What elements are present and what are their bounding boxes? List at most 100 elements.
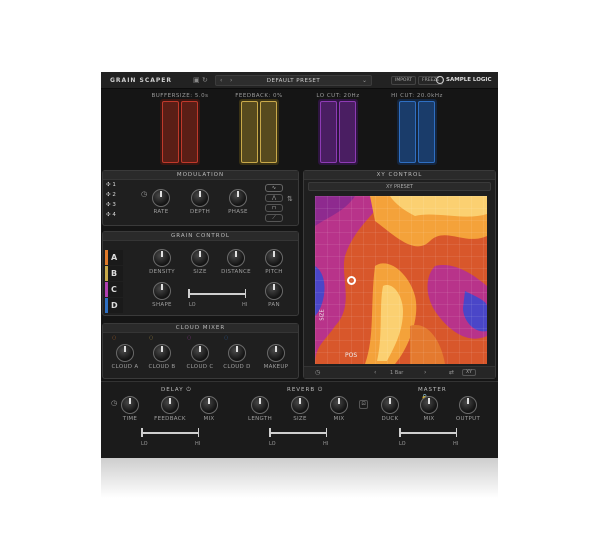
xy-prev-icon[interactable]: ‹ bbox=[374, 369, 376, 376]
delay-time-knob[interactable] bbox=[121, 396, 139, 414]
cloud-mixer-title: CLOUD MIXER bbox=[103, 324, 298, 333]
density-knob[interactable] bbox=[153, 249, 171, 267]
reverb-range-slider[interactable] bbox=[269, 429, 327, 436]
distance-knob[interactable] bbox=[227, 249, 245, 267]
delay-mix-label: MIX bbox=[203, 416, 215, 422]
mod-slot-2[interactable]: ✣ 2 bbox=[106, 192, 116, 198]
delay-hi: HI bbox=[195, 441, 201, 447]
shape-label: SHAPE bbox=[152, 302, 172, 308]
mod-slot-3[interactable]: ✣ 3 bbox=[106, 202, 116, 208]
cloud-b-label: CLOUD B bbox=[148, 364, 176, 370]
cloud-d-link-icon[interactable]: ◌ bbox=[224, 335, 228, 341]
delay-feedback-label: FEEDBACK bbox=[154, 416, 186, 422]
preset-selector[interactable]: ‹ › DEFAULT PRESET ⌄ bbox=[215, 75, 372, 86]
cloud-b-knob[interactable] bbox=[153, 344, 171, 362]
x-axis-label: POS bbox=[345, 352, 358, 359]
sample-logic-icon bbox=[436, 76, 444, 84]
locut-visualizer[interactable] bbox=[318, 99, 358, 165]
feedback-visualizer[interactable] bbox=[239, 99, 279, 165]
makeup-knob[interactable] bbox=[267, 344, 285, 362]
import-button[interactable]: IMPORT bbox=[391, 76, 417, 85]
master-range-slider[interactable] bbox=[399, 429, 457, 436]
cloud-a-link-icon[interactable]: ◌ bbox=[112, 335, 116, 341]
delay-feedback-knob[interactable] bbox=[161, 396, 179, 414]
sidechain-icon[interactable]: ⊡ bbox=[359, 400, 368, 409]
modulation-panel: MODULATION ✣ 1 ✣ 2 ✣ 3 ✣ 4 ◷ RATE DEPTH … bbox=[102, 170, 299, 226]
reverb-mix-label: MIX bbox=[333, 416, 345, 422]
clock-icon[interactable]: ◷ bbox=[141, 190, 147, 198]
phase-knob[interactable] bbox=[229, 189, 247, 207]
reverb-length-knob[interactable] bbox=[251, 396, 269, 414]
reverb-size-knob[interactable] bbox=[291, 396, 309, 414]
xy-preset-name: XY PRESET bbox=[385, 184, 414, 190]
save-icon[interactable]: ▣ bbox=[193, 76, 200, 84]
layer-c-button[interactable]: C bbox=[105, 282, 123, 297]
xy-next-icon[interactable]: › bbox=[424, 369, 426, 376]
pitch-label: PITCH bbox=[265, 269, 283, 275]
size-knob[interactable] bbox=[191, 249, 209, 267]
cloud-d-label: CLOUD D bbox=[223, 364, 251, 370]
pan-knob[interactable] bbox=[265, 282, 283, 300]
preset-name: DEFAULT PRESET bbox=[266, 78, 321, 84]
cloud-d-knob[interactable] bbox=[228, 344, 246, 362]
phase-label: PHASE bbox=[228, 209, 248, 215]
xy-footer: ◷ ‹ 1 Bar › ⇄ XY bbox=[304, 366, 495, 378]
xy-cursor[interactable] bbox=[347, 276, 356, 285]
reverb-length-label: LENGTH bbox=[247, 416, 272, 422]
reverb-title: REVERB ⏻ bbox=[287, 387, 324, 393]
cloud-c-link-icon[interactable]: ◌ bbox=[187, 335, 191, 341]
cloud-a-knob[interactable] bbox=[116, 344, 134, 362]
master-mix-knob[interactable] bbox=[420, 396, 438, 414]
refresh-icon[interactable]: ↻ bbox=[202, 76, 208, 84]
top-bar: GRAIN SCAPER ▣ ↻ ‹ › DEFAULT PRESET ⌄ IM… bbox=[101, 72, 498, 89]
cloud-b-link-icon[interactable]: ◌ bbox=[149, 335, 153, 341]
plugin-reflection bbox=[101, 458, 498, 498]
delay-range-slider[interactable] bbox=[141, 429, 199, 436]
grain-slider-lo: LO bbox=[189, 302, 196, 308]
shape-knob[interactable] bbox=[153, 282, 171, 300]
delay-clock-icon[interactable]: ◷ bbox=[111, 399, 117, 407]
layer-b-button[interactable]: B bbox=[105, 266, 123, 281]
layer-a-button[interactable]: A bbox=[105, 250, 123, 265]
preset-menu-icon[interactable]: ⌄ bbox=[362, 77, 367, 84]
xy-mode-button[interactable]: XY bbox=[462, 369, 476, 376]
makeup-label: MAKEUP bbox=[263, 364, 289, 370]
xy-rate-value[interactable]: 1 Bar bbox=[390, 370, 403, 376]
buffersize-visualizer[interactable] bbox=[160, 99, 200, 165]
cloud-a-label: CLOUD A bbox=[111, 364, 139, 370]
master-mix-label: MIX bbox=[423, 416, 435, 422]
reverb-hi: HI bbox=[323, 441, 329, 447]
grain-range-slider[interactable] bbox=[188, 290, 246, 297]
duck-knob[interactable] bbox=[381, 396, 399, 414]
swap-icon[interactable]: ⇅ bbox=[287, 195, 293, 203]
hicut-visualizer[interactable] bbox=[397, 99, 437, 165]
reverb-lo: LO bbox=[269, 441, 276, 447]
mod-slot-4[interactable]: ✣ 4 bbox=[106, 212, 116, 218]
duck-label: DUCK bbox=[381, 416, 399, 422]
density-label: DENSITY bbox=[149, 269, 175, 275]
rate-knob[interactable] bbox=[152, 189, 170, 207]
delay-mix-knob[interactable] bbox=[200, 396, 218, 414]
triangle-wave-icon[interactable]: ⋀ bbox=[265, 194, 283, 202]
xy-swap-icon[interactable]: ⇄ bbox=[449, 369, 454, 376]
output-knob[interactable] bbox=[459, 396, 477, 414]
square-wave-icon[interactable]: ⊓ bbox=[265, 204, 283, 212]
xy-pad[interactable]: POS SIZE bbox=[315, 196, 487, 364]
output-label: OUTPUT bbox=[455, 416, 481, 422]
xy-clock-icon[interactable]: ◷ bbox=[315, 369, 320, 376]
modulation-title: MODULATION bbox=[103, 171, 298, 180]
saw-wave-icon[interactable]: ⟋ bbox=[265, 214, 283, 222]
cloud-c-label: CLOUD C bbox=[186, 364, 214, 370]
pitch-knob[interactable] bbox=[265, 249, 283, 267]
xy-control-panel: XY CONTROL XY PRESET POS SIZE ◷ ‹ 1 Bar … bbox=[303, 170, 496, 379]
xy-preset-selector[interactable]: XY PRESET bbox=[308, 182, 491, 191]
sine-wave-icon[interactable]: ∿ bbox=[265, 184, 283, 192]
delay-lo: LO bbox=[141, 441, 148, 447]
xy-grid bbox=[315, 196, 487, 364]
depth-knob[interactable] bbox=[191, 189, 209, 207]
y-axis-label: SIZE bbox=[319, 309, 326, 321]
layer-d-button[interactable]: D bbox=[105, 298, 123, 313]
mod-slot-1[interactable]: ✣ 1 bbox=[106, 182, 116, 188]
cloud-c-knob[interactable] bbox=[191, 344, 209, 362]
reverb-mix-knob[interactable] bbox=[330, 396, 348, 414]
